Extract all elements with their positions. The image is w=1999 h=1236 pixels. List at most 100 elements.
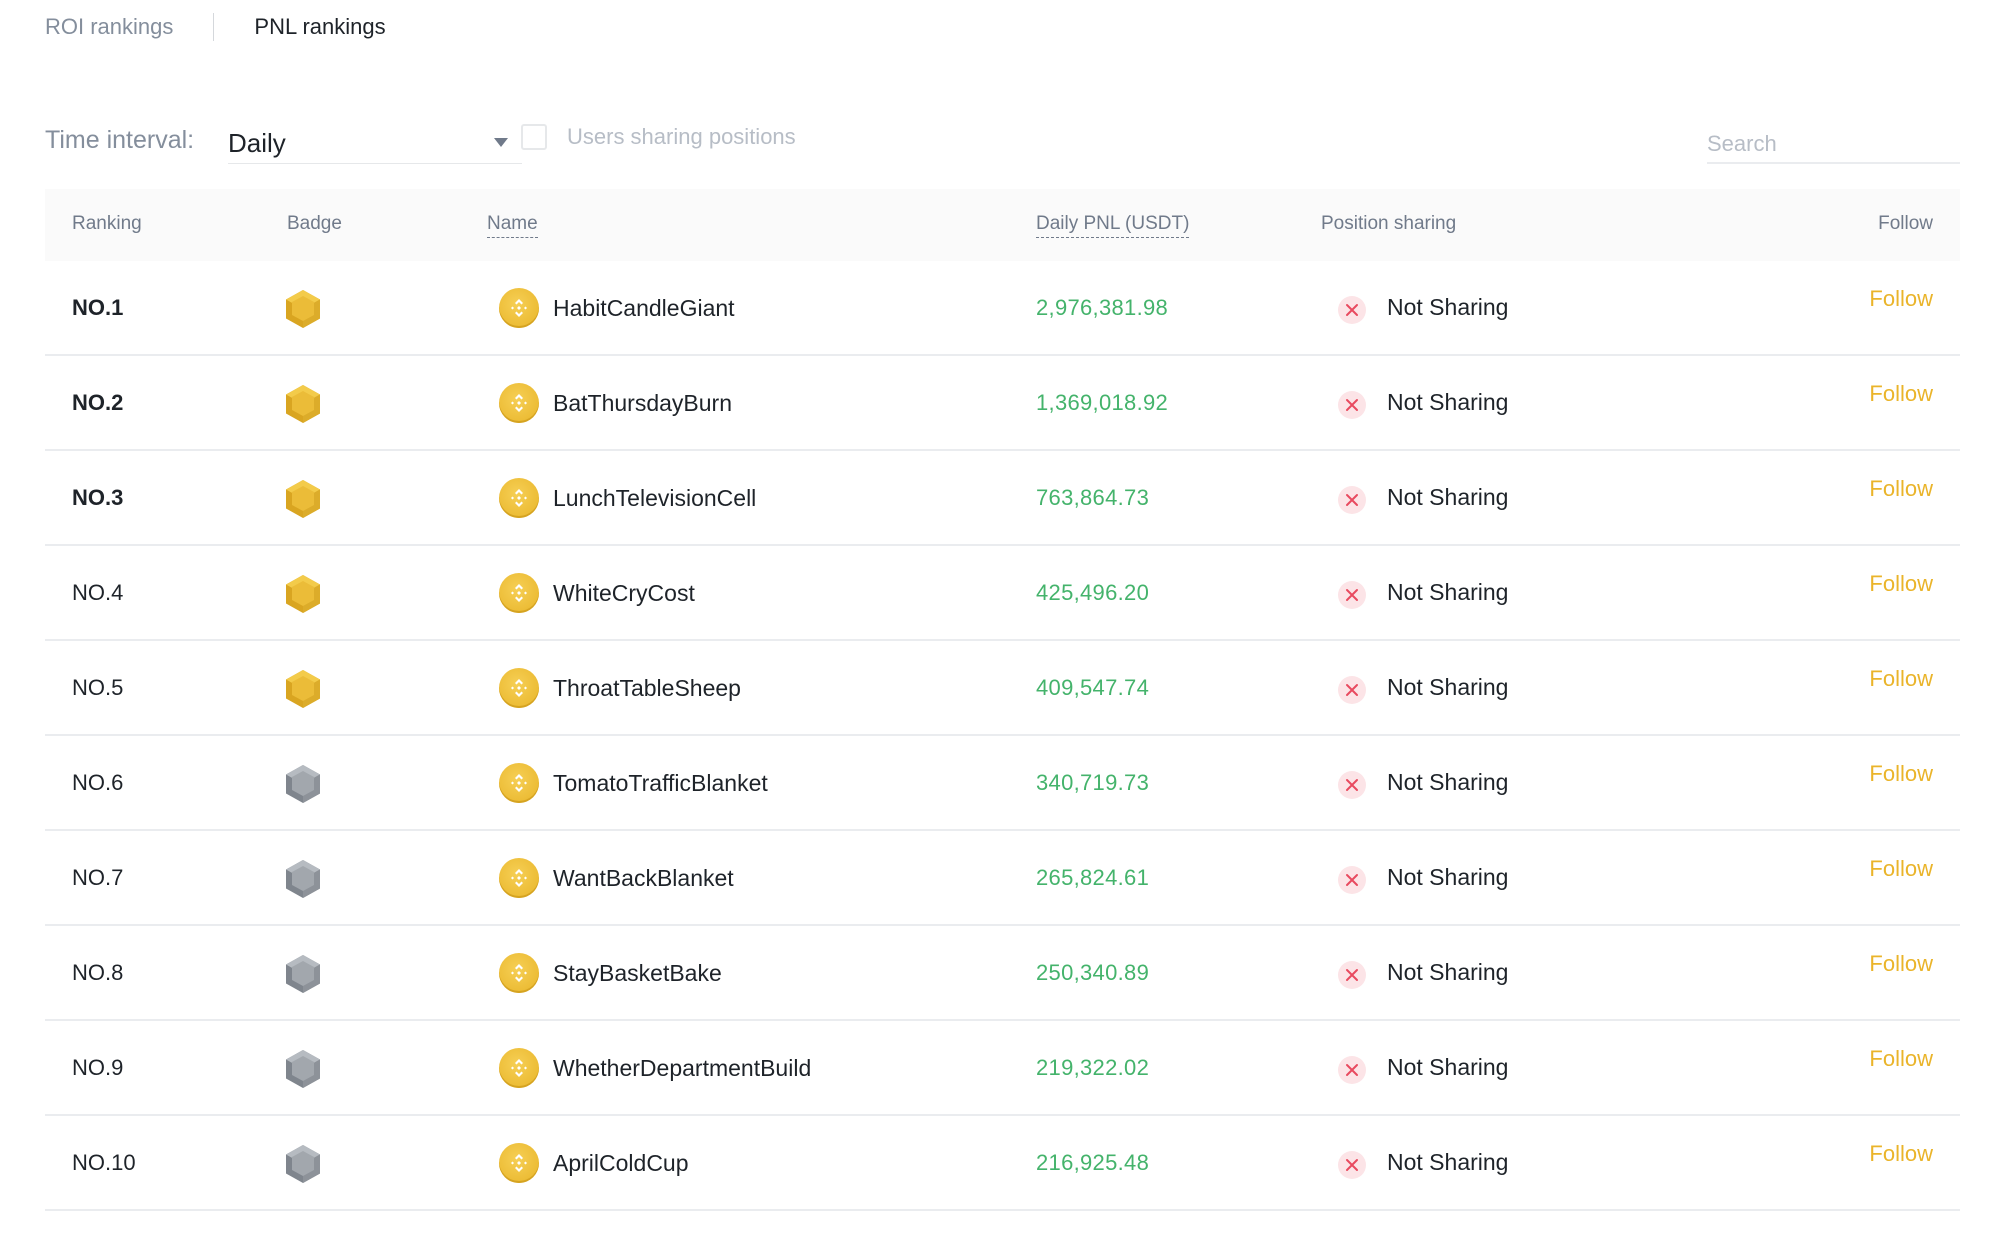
daily-pnl-value: 425,496.20 bbox=[1036, 580, 1150, 605]
x-circle-icon bbox=[1338, 1151, 1366, 1179]
follow-button[interactable]: Follow bbox=[1869, 1046, 1933, 1072]
sharing-positions-label: Users sharing positions bbox=[567, 124, 796, 149]
daily-pnl-value: 340,719.73 bbox=[1036, 770, 1150, 795]
table-row: NO.8 StayBasketBake 250,340.89 Not Shari… bbox=[45, 926, 1960, 1021]
hexagon-gold-badge-icon bbox=[285, 289, 321, 329]
x-circle-icon bbox=[1338, 866, 1366, 894]
follow-button[interactable]: Follow bbox=[1869, 1141, 1933, 1167]
trader-name[interactable]: StayBasketBake bbox=[553, 960, 722, 987]
table-header: Ranking Badge Name Daily PNL (USDT) Posi… bbox=[45, 189, 1960, 261]
daily-pnl-value: 265,824.61 bbox=[1036, 865, 1150, 890]
rank-label: NO.8 bbox=[72, 960, 124, 985]
position-sharing-status: Not Sharing bbox=[1387, 389, 1509, 415]
time-interval-label: Time interval: bbox=[45, 126, 195, 154]
table-row: NO.5 ThroatTableSheep 409,547.74 Not Sha… bbox=[45, 641, 1960, 736]
rank-label: NO.7 bbox=[72, 865, 124, 890]
table-row: NO.9 WhetherDepartmentBuild 219,322.02 N… bbox=[45, 1021, 1960, 1116]
position-sharing-status: Not Sharing bbox=[1387, 864, 1509, 890]
trader-name[interactable]: TomatoTrafficBlanket bbox=[553, 770, 768, 797]
table-body: NO.1 HabitCandleGiant 2,976,381.98 Not S… bbox=[45, 261, 1960, 1211]
follow-button[interactable]: Follow bbox=[1869, 761, 1933, 787]
header-daily-pnl[interactable]: Daily PNL (USDT) bbox=[1036, 213, 1190, 238]
table-row: NO.2 BatThursdayBurn 1,369,018.92 Not Sh… bbox=[45, 356, 1960, 451]
search-input[interactable] bbox=[1707, 126, 1960, 164]
hexagon-gold-badge-icon bbox=[285, 384, 321, 424]
hexagon-silver-badge-icon bbox=[285, 1049, 321, 1089]
hexagon-silver-badge-icon bbox=[285, 1144, 321, 1184]
rank-label: NO.10 bbox=[72, 1150, 136, 1175]
rank-label: NO.5 bbox=[72, 675, 124, 700]
bnb-coin-icon bbox=[499, 668, 539, 708]
trader-name[interactable]: BatThursdayBurn bbox=[553, 390, 732, 417]
hexagon-silver-badge-icon bbox=[285, 764, 321, 804]
bnb-coin-icon bbox=[499, 383, 539, 423]
x-circle-icon bbox=[1338, 391, 1366, 419]
time-interval-select[interactable]: Daily bbox=[228, 122, 522, 164]
position-sharing-status: Not Sharing bbox=[1387, 769, 1509, 795]
x-circle-icon bbox=[1338, 581, 1366, 609]
bnb-coin-icon bbox=[499, 1143, 539, 1183]
rank-label: NO.4 bbox=[72, 580, 124, 605]
x-circle-icon bbox=[1338, 486, 1366, 514]
rank-label: NO.2 bbox=[72, 390, 124, 415]
follow-button[interactable]: Follow bbox=[1869, 856, 1933, 882]
trader-name[interactable]: ThroatTableSheep bbox=[553, 675, 741, 702]
table-row: NO.4 WhiteCryCost 425,496.20 Not Sharing bbox=[45, 546, 1960, 641]
daily-pnl-value: 763,864.73 bbox=[1036, 485, 1150, 510]
hexagon-silver-badge-icon bbox=[285, 859, 321, 899]
trader-name[interactable]: WhetherDepartmentBuild bbox=[553, 1055, 811, 1082]
position-sharing-status: Not Sharing bbox=[1387, 1149, 1509, 1175]
position-sharing-status: Not Sharing bbox=[1387, 959, 1509, 985]
trader-name[interactable]: WhiteCryCost bbox=[553, 580, 695, 607]
bnb-coin-icon bbox=[499, 288, 539, 328]
tab-roi-rankings[interactable]: ROI rankings bbox=[45, 14, 173, 40]
filter-bar: Time interval: Daily Users sharing posit… bbox=[45, 122, 1960, 166]
bnb-coin-icon bbox=[499, 573, 539, 613]
follow-button[interactable]: Follow bbox=[1869, 951, 1933, 977]
hexagon-gold-badge-icon bbox=[285, 479, 321, 519]
position-sharing-status: Not Sharing bbox=[1387, 294, 1509, 320]
daily-pnl-value: 409,547.74 bbox=[1036, 675, 1150, 700]
follow-button[interactable]: Follow bbox=[1869, 571, 1933, 597]
table-row: NO.10 AprilColdCup 216,925.48 Not Sharin… bbox=[45, 1116, 1960, 1211]
bnb-coin-icon bbox=[499, 763, 539, 803]
trader-name[interactable]: LunchTelevisionCell bbox=[553, 485, 756, 512]
daily-pnl-value: 216,925.48 bbox=[1036, 1150, 1150, 1175]
position-sharing-status: Not Sharing bbox=[1387, 674, 1509, 700]
header-ranking: Ranking bbox=[72, 213, 142, 234]
caret-down-icon bbox=[494, 138, 508, 147]
follow-button[interactable]: Follow bbox=[1869, 381, 1933, 407]
daily-pnl-value: 1,369,018.92 bbox=[1036, 390, 1169, 415]
x-circle-icon bbox=[1338, 771, 1366, 799]
follow-button[interactable]: Follow bbox=[1869, 476, 1933, 502]
trader-name[interactable]: WantBackBlanket bbox=[553, 865, 734, 892]
daily-pnl-value: 250,340.89 bbox=[1036, 960, 1150, 985]
rank-label: NO.1 bbox=[72, 295, 124, 320]
table-row: NO.6 TomatoTrafficBlanket 340,719.73 Not… bbox=[45, 736, 1960, 831]
daily-pnl-value: 219,322.02 bbox=[1036, 1055, 1150, 1080]
rank-label: NO.6 bbox=[72, 770, 124, 795]
tab-divider bbox=[213, 13, 215, 41]
position-sharing-status: Not Sharing bbox=[1387, 579, 1509, 605]
header-follow: Follow bbox=[1878, 213, 1933, 234]
daily-pnl-value: 2,976,381.98 bbox=[1036, 295, 1169, 320]
x-circle-icon bbox=[1338, 961, 1366, 989]
rank-label: NO.9 bbox=[72, 1055, 124, 1080]
trader-name[interactable]: AprilColdCup bbox=[553, 1150, 689, 1177]
follow-button[interactable]: Follow bbox=[1869, 286, 1933, 312]
position-sharing-status: Not Sharing bbox=[1387, 484, 1509, 510]
pnl-rankings-table: Ranking Badge Name Daily PNL (USDT) Posi… bbox=[45, 189, 1960, 1211]
trader-name[interactable]: HabitCandleGiant bbox=[553, 295, 735, 322]
x-circle-icon bbox=[1338, 676, 1366, 704]
follow-button[interactable]: Follow bbox=[1869, 666, 1933, 692]
time-interval-value: Daily bbox=[228, 128, 286, 158]
table-row: NO.7 WantBackBlanket 265,824.61 Not Shar… bbox=[45, 831, 1960, 926]
sharing-positions-checkbox[interactable] bbox=[521, 124, 547, 150]
rank-label: NO.3 bbox=[72, 485, 124, 510]
header-badge: Badge bbox=[287, 213, 342, 234]
tab-pnl-rankings[interactable]: PNL rankings bbox=[254, 14, 385, 40]
hexagon-silver-badge-icon bbox=[285, 954, 321, 994]
sharing-positions-filter[interactable]: Users sharing positions bbox=[521, 124, 796, 150]
ranking-tabs: ROI rankings PNL rankings bbox=[45, 10, 386, 44]
header-name[interactable]: Name bbox=[487, 213, 538, 238]
